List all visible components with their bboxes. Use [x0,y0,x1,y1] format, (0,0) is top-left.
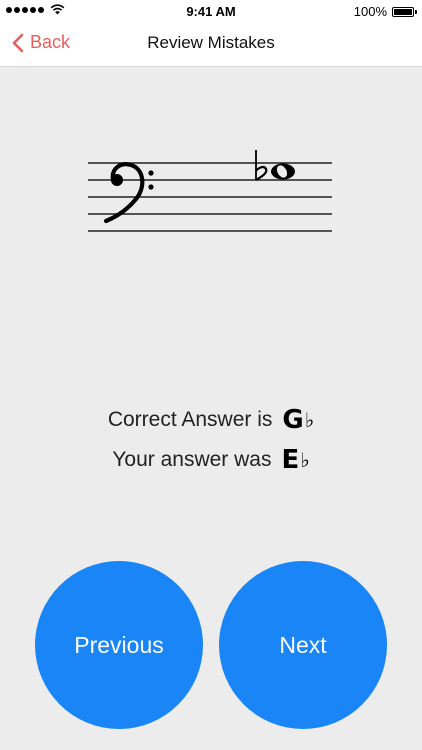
correct-answer-label: Correct Answer is [107,408,273,431]
correct-note-name: G [282,405,304,435]
your-note-flat: ♭ [300,448,310,472]
staff-lines [88,162,332,232]
bass-clef-icon [103,162,154,224]
your-answer-label: Your answer was [112,448,272,471]
previous-button[interactable]: Previous [35,561,203,729]
battery-icon [392,6,417,17]
status-right: 100% [353,4,417,19]
page-title: Review Mistakes [147,33,275,52]
navigation-bar: Back Review Mistakes [0,22,422,67]
battery-percent: 100% [353,4,387,19]
your-note-name: E [281,445,300,475]
music-staff [88,150,332,232]
flat-accidental-icon [255,150,268,181]
answer-panel: Correct Answer is G ♭ Your answer was E … [0,402,422,482]
correct-answer-line: Correct Answer is G ♭ [0,402,422,438]
next-button[interactable]: Next [219,561,387,729]
your-answer-line: Your answer was E ♭ [0,442,422,478]
whole-note-icon [271,163,295,180]
status-bar: 9:41 AM 100% [0,0,422,22]
correct-note-flat: ♭ [304,408,315,432]
